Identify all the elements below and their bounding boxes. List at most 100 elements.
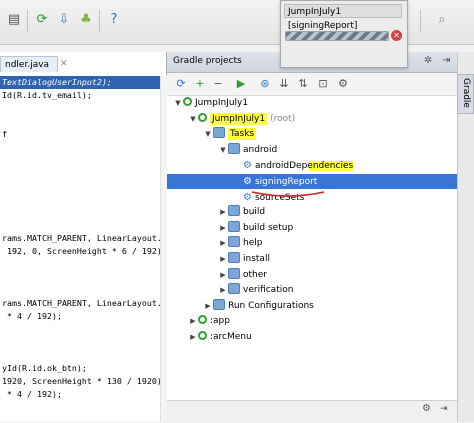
expand-arrow-icon[interactable]: ▼ (188, 112, 198, 127)
minimize-icon[interactable]: ⇥ (440, 404, 448, 414)
collapse-arrow-icon[interactable]: ▶ (188, 314, 198, 329)
gradle-module-icon (198, 331, 207, 340)
tree-item[interactable]: ▼ android (218, 142, 278, 158)
run-icon[interactable]: ▶ (234, 77, 248, 91)
code-line: TextDialogUserInput2); (0, 76, 166, 89)
folder-icon (228, 205, 240, 217)
toolbar-separator (420, 10, 421, 32)
settings-icon[interactable]: ✲ (424, 55, 432, 66)
refresh-icon[interactable]: ⟳ (34, 12, 50, 28)
tree-item-label: Run Configurations (228, 300, 314, 311)
collapse-arrow-icon[interactable]: ▶ (218, 221, 228, 236)
editor-scroll-gutter[interactable] (160, 76, 167, 422)
toggle-icon[interactable]: ⊛ (258, 77, 272, 91)
editor-tab-label: ndler.java (5, 60, 50, 70)
tree-item-label: build setup (243, 222, 294, 233)
tree-item-suffix: (root) (270, 113, 296, 124)
popup-title: JumpInJuly1 [signingReport] (284, 4, 402, 31)
expand-arrow-icon[interactable]: ▼ (173, 96, 183, 111)
collapse-arrow-icon[interactable]: ▶ (218, 252, 228, 267)
search-icon[interactable]: ⌕ (434, 12, 450, 28)
folder-icon (228, 267, 240, 279)
save-icon[interactable]: ▤ (6, 12, 22, 28)
tree-item[interactable]: ▼ Tasks (203, 127, 257, 142)
collapse-arrow-icon[interactable]: ▶ (188, 330, 198, 345)
expand-arrow-icon[interactable]: ▼ (203, 127, 213, 142)
download-icon[interactable]: ⇩ (56, 12, 72, 28)
gradle-module-icon (198, 315, 207, 325)
tree-item-label: android (243, 144, 278, 155)
tree-item-label: :arcMenu (210, 332, 252, 342)
collapse-arrow-icon[interactable]: ▶ (203, 299, 213, 314)
cancel-icon[interactable]: ✕ (391, 30, 402, 41)
link-icon[interactable]: ⇅ (296, 77, 310, 91)
refresh-icon[interactable]: ⟳ (174, 77, 188, 91)
folder-icon (228, 236, 240, 248)
folder-icon (228, 142, 240, 154)
collapse-arrow-icon[interactable]: ▶ (218, 268, 228, 283)
code-line: 1920, ScreenHeight * 130 / 1920) (2, 376, 162, 386)
tree-item-label: androidDependencies (254, 161, 354, 172)
question-icon[interactable]: ? (106, 12, 122, 28)
tree-item-label: JumpInJuly1 (210, 112, 268, 125)
settings-icon[interactable]: ⚙ (336, 77, 350, 91)
android-icon[interactable]: ♣ (78, 12, 94, 28)
tree-item[interactable]: ▶ Run Configurations (203, 298, 314, 314)
gear-icon: ⚙ (243, 160, 252, 172)
offline-icon[interactable]: ⊡ (316, 77, 330, 91)
add-icon[interactable]: + (193, 77, 207, 91)
gradle-side-tab-label: Gradle (461, 78, 471, 108)
tree-item[interactable]: ⚙ signingReport (167, 174, 457, 189)
collapse-arrow-icon[interactable]: ▶ (218, 236, 228, 251)
remove-icon[interactable]: − (211, 77, 225, 91)
tree-item[interactable]: ▶ install (218, 252, 270, 267)
tree-item[interactable]: ▶ build (218, 205, 265, 220)
editor-tab[interactable]: ndler.java (0, 56, 58, 72)
tree-item-label: signingReport (254, 177, 318, 187)
tree-item-label: Tasks (228, 128, 257, 141)
gradle-panel-title: Gradle projects (173, 56, 242, 66)
code-line: rams.MATCH_PARENT, LinearLayout. (2, 298, 162, 308)
tree-item-label: :app (210, 316, 230, 327)
tree-item-label: help (243, 238, 263, 249)
toolbar-separator (27, 10, 28, 32)
collapse-arrow-icon[interactable]: ▶ (218, 205, 228, 220)
code-line: * 4 / 192); (2, 311, 62, 321)
tree-item-label: build (243, 207, 266, 218)
gradle-module-icon (198, 112, 207, 122)
tree-item[interactable]: ▼ JumpInJuly1 (root) (188, 112, 295, 127)
code-line: rams.MATCH_PARENT, LinearLayout. (2, 233, 162, 243)
settings-icon[interactable]: ⚙ (422, 403, 431, 414)
minimize-icon[interactable]: ⇥ (442, 55, 450, 66)
tree-item[interactable]: ▶ build setup (218, 220, 294, 236)
tree-item[interactable]: ▶ verification (218, 283, 293, 298)
tree-item[interactable]: ▼ JumpInJuly1 (173, 96, 248, 111)
collapse-arrow-icon[interactable]: ▶ (218, 283, 228, 298)
collapse-icon[interactable]: ⇊ (277, 77, 291, 91)
tree-item[interactable]: ▶ other (218, 267, 267, 283)
tree-item[interactable]: ▶ :app (188, 314, 230, 329)
close-icon[interactable]: ✕ (60, 59, 68, 69)
tree-item-label: other (243, 269, 267, 280)
code-line: Id(R.id.tv_email); (2, 90, 92, 100)
progress-bar (285, 31, 389, 41)
tree-item[interactable]: ⚙ androidDependencies (233, 158, 354, 173)
expand-arrow-icon[interactable]: ▼ (218, 143, 228, 158)
tree-item[interactable]: ▶ help (218, 236, 262, 251)
folder-icon (228, 283, 240, 295)
tree-item-label: install (243, 254, 270, 264)
tree-item[interactable]: ▶ :arcMenu (188, 330, 252, 345)
